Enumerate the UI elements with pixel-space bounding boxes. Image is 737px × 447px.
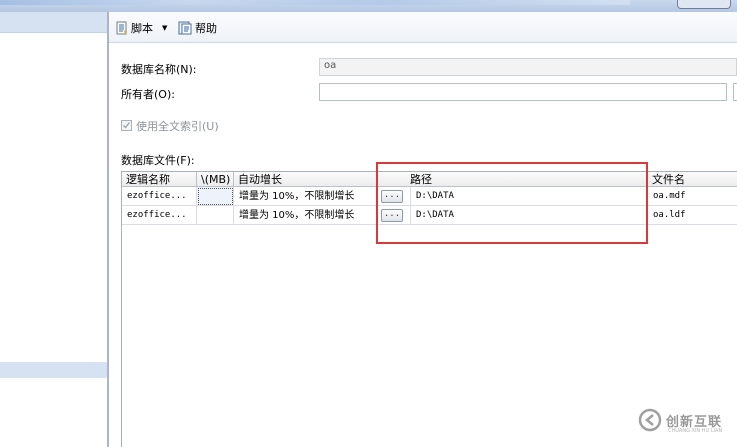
script-button[interactable]: 脚本 ▼ bbox=[116, 20, 167, 36]
select-page-header bbox=[0, 12, 107, 33]
fulltext-checkbox[interactable] bbox=[121, 120, 132, 131]
cell-autogrowth[interactable]: 增量为 10%，不限制增长 bbox=[234, 206, 378, 225]
cell-size[interactable] bbox=[197, 206, 234, 225]
col-header-autogrowth[interactable]: 自动增长 bbox=[234, 172, 378, 187]
cell-file-name[interactable]: oa.ldf bbox=[648, 206, 737, 225]
db-files-label: 数据库文件(F): bbox=[121, 154, 195, 167]
owner-label: 所有者(O): bbox=[121, 88, 175, 101]
help-icon bbox=[178, 21, 192, 35]
highlight-box bbox=[376, 162, 648, 244]
title-bar-glass bbox=[0, 0, 630, 5]
script-label: 脚本 bbox=[131, 22, 153, 35]
chevron-down-icon[interactable]: ▼ bbox=[162, 24, 167, 32]
window-control-buttons[interactable] bbox=[677, 0, 731, 9]
toolbar: 脚本 ▼ 帮助 bbox=[109, 12, 737, 43]
owner-browse-button[interactable] bbox=[733, 83, 737, 101]
cell-logical-name[interactable]: ezoffice... bbox=[122, 187, 197, 206]
col-header-logical-name[interactable]: 逻辑名称 bbox=[122, 172, 197, 187]
script-icon bbox=[116, 21, 128, 35]
db-name-field[interactable]: oa bbox=[319, 58, 737, 76]
cell-logical-name[interactable]: ezoffice... bbox=[122, 206, 197, 225]
fulltext-label: 使用全文索引(U) bbox=[136, 120, 219, 133]
watermark: 创新互联 CHUANG XIN HU LIAN bbox=[638, 408, 723, 434]
owner-field[interactable] bbox=[319, 83, 727, 101]
cell-size[interactable] bbox=[197, 187, 234, 206]
brand-name: 创新互联 bbox=[666, 414, 723, 430]
col-header-file-name[interactable]: 文件名 bbox=[648, 172, 737, 187]
help-label: 帮助 bbox=[195, 22, 217, 35]
left-navigation-pane bbox=[0, 12, 107, 447]
connection-header bbox=[0, 362, 107, 378]
help-button[interactable]: 帮助 bbox=[178, 20, 217, 36]
pane-splitter[interactable] bbox=[107, 12, 109, 447]
col-header-size[interactable]: \(MB) bbox=[197, 172, 234, 187]
db-name-label: 数据库名称(N): bbox=[121, 63, 197, 76]
brand-logo-icon bbox=[638, 408, 662, 432]
cell-autogrowth[interactable]: 增量为 10%，不限制增长 bbox=[234, 187, 378, 206]
window-title-bar bbox=[0, 0, 737, 12]
brand-subtitle: CHUANG XIN HU LIAN bbox=[668, 428, 723, 434]
cell-file-name[interactable]: oa.mdf bbox=[648, 187, 737, 206]
